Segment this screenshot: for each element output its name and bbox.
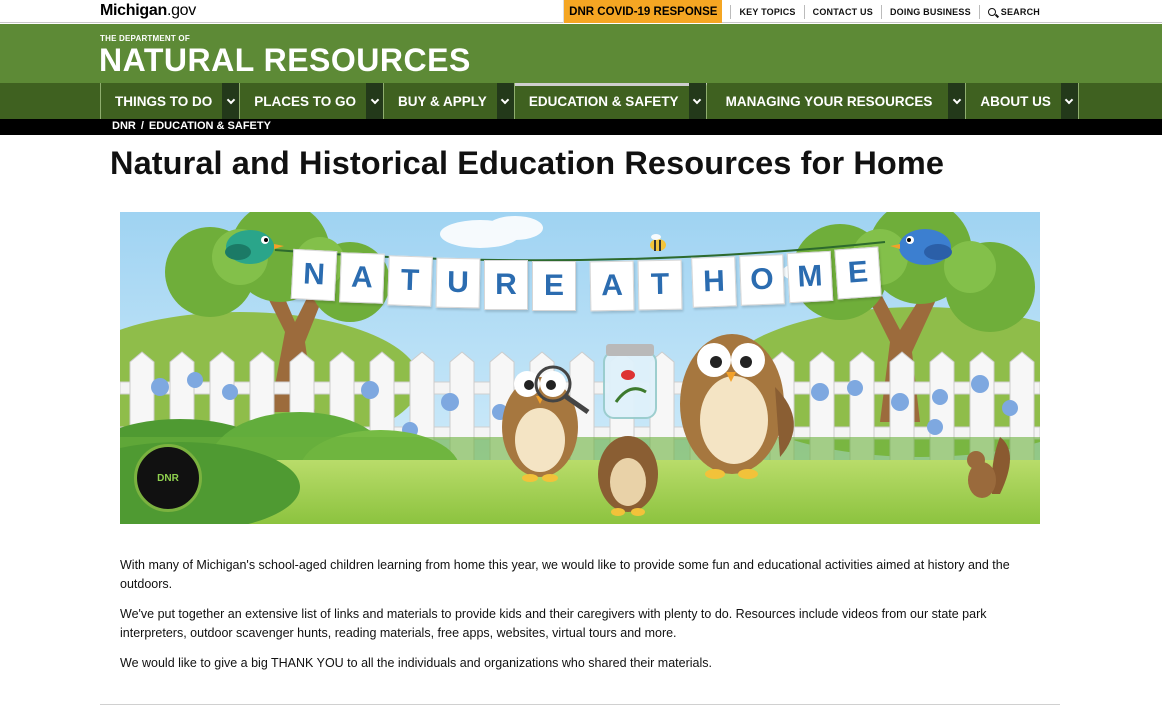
covid-response-link[interactable]: DNR COVID-19 RESPONSE bbox=[563, 0, 723, 23]
nav-dropdown-toggle[interactable] bbox=[496, 83, 514, 119]
content-divider bbox=[100, 704, 1060, 705]
breadcrumb-bar: DNR / EDUCATION & SAFETY bbox=[0, 119, 1162, 135]
nav-label[interactable]: PLACES TO GO bbox=[240, 83, 366, 119]
breadcrumb-dnr[interactable]: DNR bbox=[112, 120, 136, 132]
nav-label[interactable]: THINGS TO DO bbox=[101, 83, 222, 119]
chevron-down-icon bbox=[952, 95, 962, 104]
nav-dropdown-toggle[interactable] bbox=[948, 83, 966, 119]
nav-label[interactable]: BUY & APPLY bbox=[384, 83, 497, 119]
dept-title[interactable]: NATURAL RESOURCES bbox=[99, 42, 471, 79]
nav-item-education-safety[interactable]: EDUCATION & SAFETY bbox=[514, 83, 707, 119]
nav-dropdown-toggle[interactable] bbox=[366, 83, 384, 119]
top-links: DNR COVID-19 RESPONSE KEY TOPICS CONTACT… bbox=[563, 0, 1040, 23]
chevron-down-icon bbox=[501, 95, 510, 104]
intro-text: With many of Michigan's school-aged chil… bbox=[120, 556, 1050, 685]
intro-paragraph-1: With many of Michigan's school-aged chil… bbox=[120, 558, 1010, 591]
nav-item-buy-apply[interactable]: BUY & APPLY bbox=[384, 83, 515, 119]
logo-suffix: .gov bbox=[166, 2, 196, 19]
nav-item-about-us[interactable]: ABOUT US bbox=[966, 83, 1079, 119]
nav-label[interactable]: MANAGING YOUR RESOURCES bbox=[707, 83, 949, 119]
nav-label[interactable]: ABOUT US bbox=[966, 83, 1061, 119]
intro-paragraph-2: We've put together an extensive list of … bbox=[120, 607, 987, 640]
chevron-down-icon bbox=[692, 95, 702, 104]
main-nav: THINGS TO DO PLACES TO GO BUY & APPLY ED… bbox=[0, 83, 1162, 119]
chevron-down-icon bbox=[226, 95, 236, 104]
doing-business-link[interactable]: DOING BUSINESS bbox=[880, 4, 979, 19]
nature-at-home-banner: N A T U R E A T H O M E DNR bbox=[120, 212, 1040, 524]
search-icon bbox=[987, 7, 996, 16]
nav-item-things-to-do[interactable]: THINGS TO DO bbox=[101, 83, 241, 119]
chevron-down-icon bbox=[1065, 95, 1074, 104]
nav-dropdown-toggle[interactable] bbox=[222, 83, 240, 119]
page-title: Natural and Historical Education Resourc… bbox=[110, 145, 945, 181]
nav-dropdown-toggle[interactable] bbox=[1060, 83, 1078, 119]
michigan-gov-logo[interactable]: Michigan.gov bbox=[100, 2, 196, 20]
nav-dropdown-toggle[interactable] bbox=[688, 83, 706, 119]
intro-paragraph-3: We would like to give a big THANK YOU to… bbox=[120, 656, 712, 670]
nav-item-places-to-go[interactable]: PLACES TO GO bbox=[240, 83, 385, 119]
search-label: SEARCH bbox=[1000, 6, 1040, 17]
search-button[interactable]: SEARCH bbox=[978, 4, 1040, 19]
utility-bar: Michigan.gov DNR COVID-19 RESPONSE KEY T… bbox=[0, 0, 1162, 23]
nav-label[interactable]: EDUCATION & SAFETY bbox=[515, 83, 689, 119]
breadcrumb: DNR / EDUCATION & SAFETY bbox=[112, 120, 271, 132]
breadcrumb-education-safety[interactable]: EDUCATION & SAFETY bbox=[149, 120, 271, 132]
nav-item-managing-your-resources[interactable]: MANAGING YOUR RESOURCES bbox=[707, 83, 967, 119]
key-topics-link[interactable]: KEY TOPICS bbox=[730, 4, 803, 19]
logo-text: Michigan bbox=[100, 2, 167, 19]
contact-us-link[interactable]: CONTACT US bbox=[803, 4, 881, 19]
breadcrumb-separator: / bbox=[140, 120, 144, 132]
chevron-down-icon bbox=[370, 95, 379, 104]
banner-illustration bbox=[120, 212, 1040, 524]
site-header: THE DEPARTMENT OF NATURAL RESOURCES bbox=[0, 24, 1162, 83]
